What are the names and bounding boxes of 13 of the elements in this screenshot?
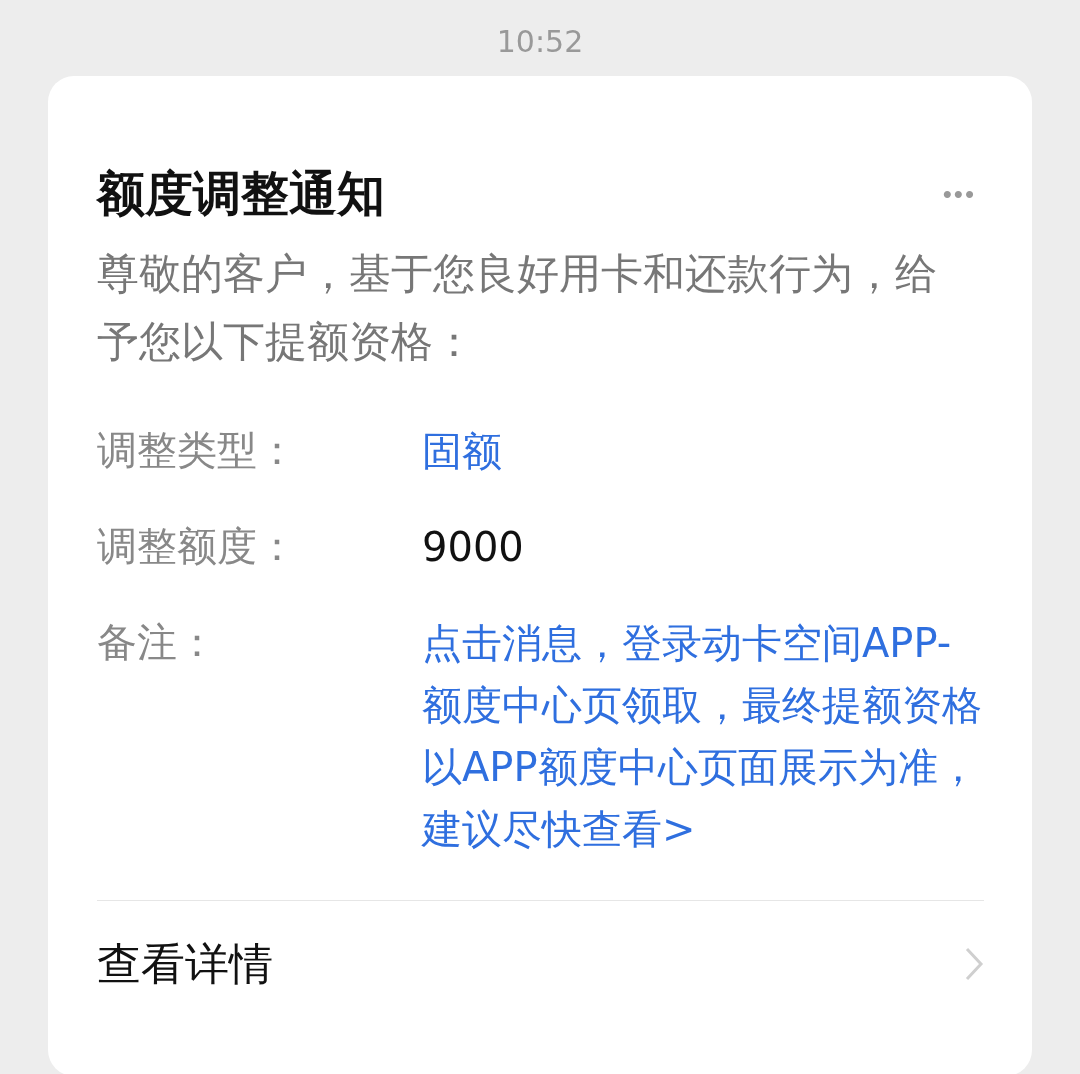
message-text: 尊敬的客户，基于您良好用卡和还款行为，给予您以下提额资格： [97,248,938,368]
field-value: 9000 [422,523,525,572]
notification-title: 额度调整通知 [97,164,385,223]
field-label: 备注： [97,618,218,667]
message-time: 10:52 [495,23,585,61]
more-options-button[interactable]: ••• [942,178,976,210]
field-label: 调整类型： [97,426,298,475]
field-value-link[interactable]: 固额 [422,420,984,482]
view-details-row[interactable]: 查看详情 [97,901,984,1027]
view-details-label[interactable]: 查看详情 [97,934,273,994]
field-label: 调整额度： [97,522,298,571]
chevron-right-icon [964,946,984,982]
field-value-link[interactable]: 点击消息，登录动卡空间APP-额度中心页领取，最终提额资格以APP额度中心页面展示为准，建议尽快查看> [422,612,984,860]
